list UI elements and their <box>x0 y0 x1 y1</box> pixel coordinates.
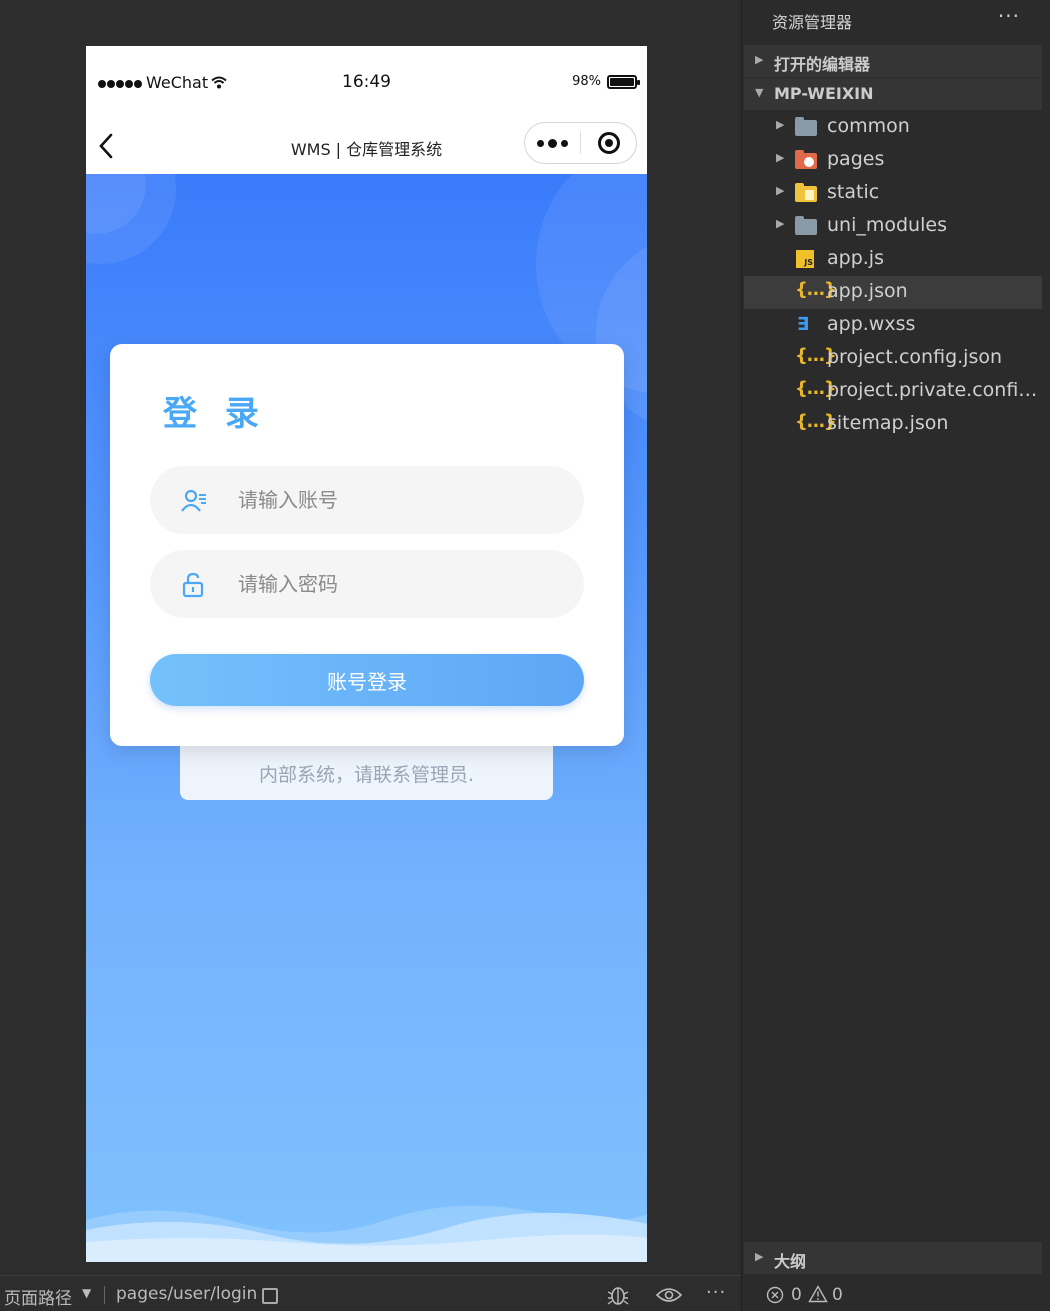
username-input[interactable] <box>238 466 558 534</box>
more-options-icon[interactable]: ··· <box>706 1282 726 1303</box>
error-count: 0 <box>791 1285 802 1305</box>
tree-item-app-json[interactable]: {…} app.json <box>744 276 1042 309</box>
tree-item-label: app.js <box>827 247 884 269</box>
copy-icon[interactable] <box>262 1288 278 1304</box>
tree-item-pages[interactable]: ▶ pages <box>744 144 1042 177</box>
section-label: 大纲 <box>774 1252 807 1271</box>
tree-item-label: pages <box>827 148 885 170</box>
tree-item-static[interactable]: ▶ static <box>744 177 1042 210</box>
explorer-header: 资源管理器 ··· <box>742 0 1050 40</box>
tree-item-label: sitemap.json <box>827 412 949 434</box>
phone-status-bar: WeChat 16:49 98% <box>86 46 647 114</box>
chevron-right-icon: ▶ <box>755 1250 764 1263</box>
explorer-title: 资源管理器 <box>772 13 853 32</box>
battery-indicator: 98% <box>572 74 640 89</box>
js-file-icon: JS <box>795 249 817 269</box>
chevron-right-icon: ▶ <box>755 53 764 66</box>
user-icon <box>181 489 206 512</box>
mini-program-nav-bar: WMS | 仓库管理系统 <box>86 114 647 174</box>
json-file-icon: {…} <box>795 378 837 399</box>
warning-count: 0 <box>832 1285 843 1305</box>
explorer-panel: 资源管理器 ··· ▶ 打开的编辑器 ▼ MP-WEIXIN ▶ common … <box>741 0 1050 1311</box>
explorer-more-icon[interactable]: ··· <box>998 4 1020 28</box>
simulator-status-bar: 页面路径 ▼ pages/user/login ··· <box>0 1275 741 1311</box>
battery-percent: 98% <box>572 74 601 89</box>
login-card: 登 录 账号登录 <box>110 344 624 746</box>
error-icon <box>766 1286 784 1304</box>
chevron-right-icon: ▶ <box>776 151 785 164</box>
decor-waves <box>86 1205 647 1262</box>
login-heading: 登 录 <box>163 394 267 434</box>
tree-item-label: app.wxss <box>827 313 916 335</box>
tree-item-app-wxss[interactable]: ∃ app.wxss <box>744 309 1042 342</box>
css-file-icon: ∃ <box>797 314 810 335</box>
tree-item-label: static <box>827 181 880 203</box>
warning-icon <box>808 1285 828 1303</box>
outline-section[interactable]: ▶ 大纲 <box>744 1242 1042 1274</box>
page-path-value: pages/user/login <box>116 1284 258 1304</box>
section-label: 打开的编辑器 <box>774 55 871 74</box>
login-button[interactable]: 账号登录 <box>150 654 584 706</box>
tree-item-app-js[interactable]: JS app.js <box>744 243 1042 276</box>
tree-item-project-private-config[interactable]: {…} project.private.config.js... <box>744 375 1042 408</box>
eye-icon[interactable] <box>656 1286 682 1304</box>
password-input[interactable] <box>238 550 558 618</box>
more-dots-icon[interactable] <box>525 123 580 163</box>
tree-item-label: app.json <box>827 280 908 302</box>
chevron-right-icon: ▶ <box>776 217 785 230</box>
folder-static-icon <box>795 183 817 203</box>
problems-indicator[interactable]: 0 0 <box>744 1276 1042 1311</box>
tree-item-project-config[interactable]: {…} project.config.json <box>744 342 1042 375</box>
status-time: 16:49 <box>342 72 391 92</box>
tree-item-uni-modules[interactable]: ▶ uni_modules <box>744 210 1042 243</box>
section-label: MP-WEIXIN <box>774 84 874 103</box>
open-editors-section[interactable]: ▶ 打开的编辑器 <box>744 45 1042 77</box>
phone-screen: WeChat 16:49 98% WMS | 仓库管理系统 登 录 请输入账号 … <box>86 46 647 1262</box>
folder-icon <box>795 117 817 137</box>
simulator-area: WeChat 16:49 98% WMS | 仓库管理系统 登 录 请输入账号 … <box>0 0 741 1275</box>
tree-item-label: uni_modules <box>827 214 947 236</box>
password-field <box>150 550 584 618</box>
json-file-icon: {…} <box>795 411 837 432</box>
battery-icon <box>607 74 640 89</box>
tree-item-label: project.private.config.js... <box>827 379 1042 401</box>
folder-pages-icon <box>795 150 817 170</box>
folder-icon <box>795 216 817 236</box>
close-target-icon[interactable] <box>581 123 636 163</box>
json-file-icon: {…} <box>795 345 837 366</box>
username-field <box>150 466 584 534</box>
json-file-icon: {…} <box>795 279 837 300</box>
tree-item-common[interactable]: ▶ common <box>744 111 1042 144</box>
login-page: 登 录 账号登录 内部系统，请联系管理员. <box>86 174 647 1262</box>
chevron-right-icon: ▶ <box>776 118 785 131</box>
unlock-icon <box>182 572 204 598</box>
dropdown-caret-icon[interactable]: ▼ <box>82 1286 91 1300</box>
project-section[interactable]: ▼ MP-WEIXIN <box>744 78 1042 110</box>
bar-divider <box>104 1286 105 1304</box>
chevron-right-icon: ▶ <box>776 184 785 197</box>
tree-item-label: project.config.json <box>827 346 1003 368</box>
tree-item-label: common <box>827 115 910 137</box>
tree-item-sitemap[interactable]: {…} sitemap.json <box>744 408 1042 441</box>
bug-icon[interactable] <box>606 1284 630 1306</box>
page-path-label[interactable]: 页面路径 <box>4 1284 72 1309</box>
capsule-menu <box>524 122 637 164</box>
chevron-down-icon: ▼ <box>755 86 764 99</box>
